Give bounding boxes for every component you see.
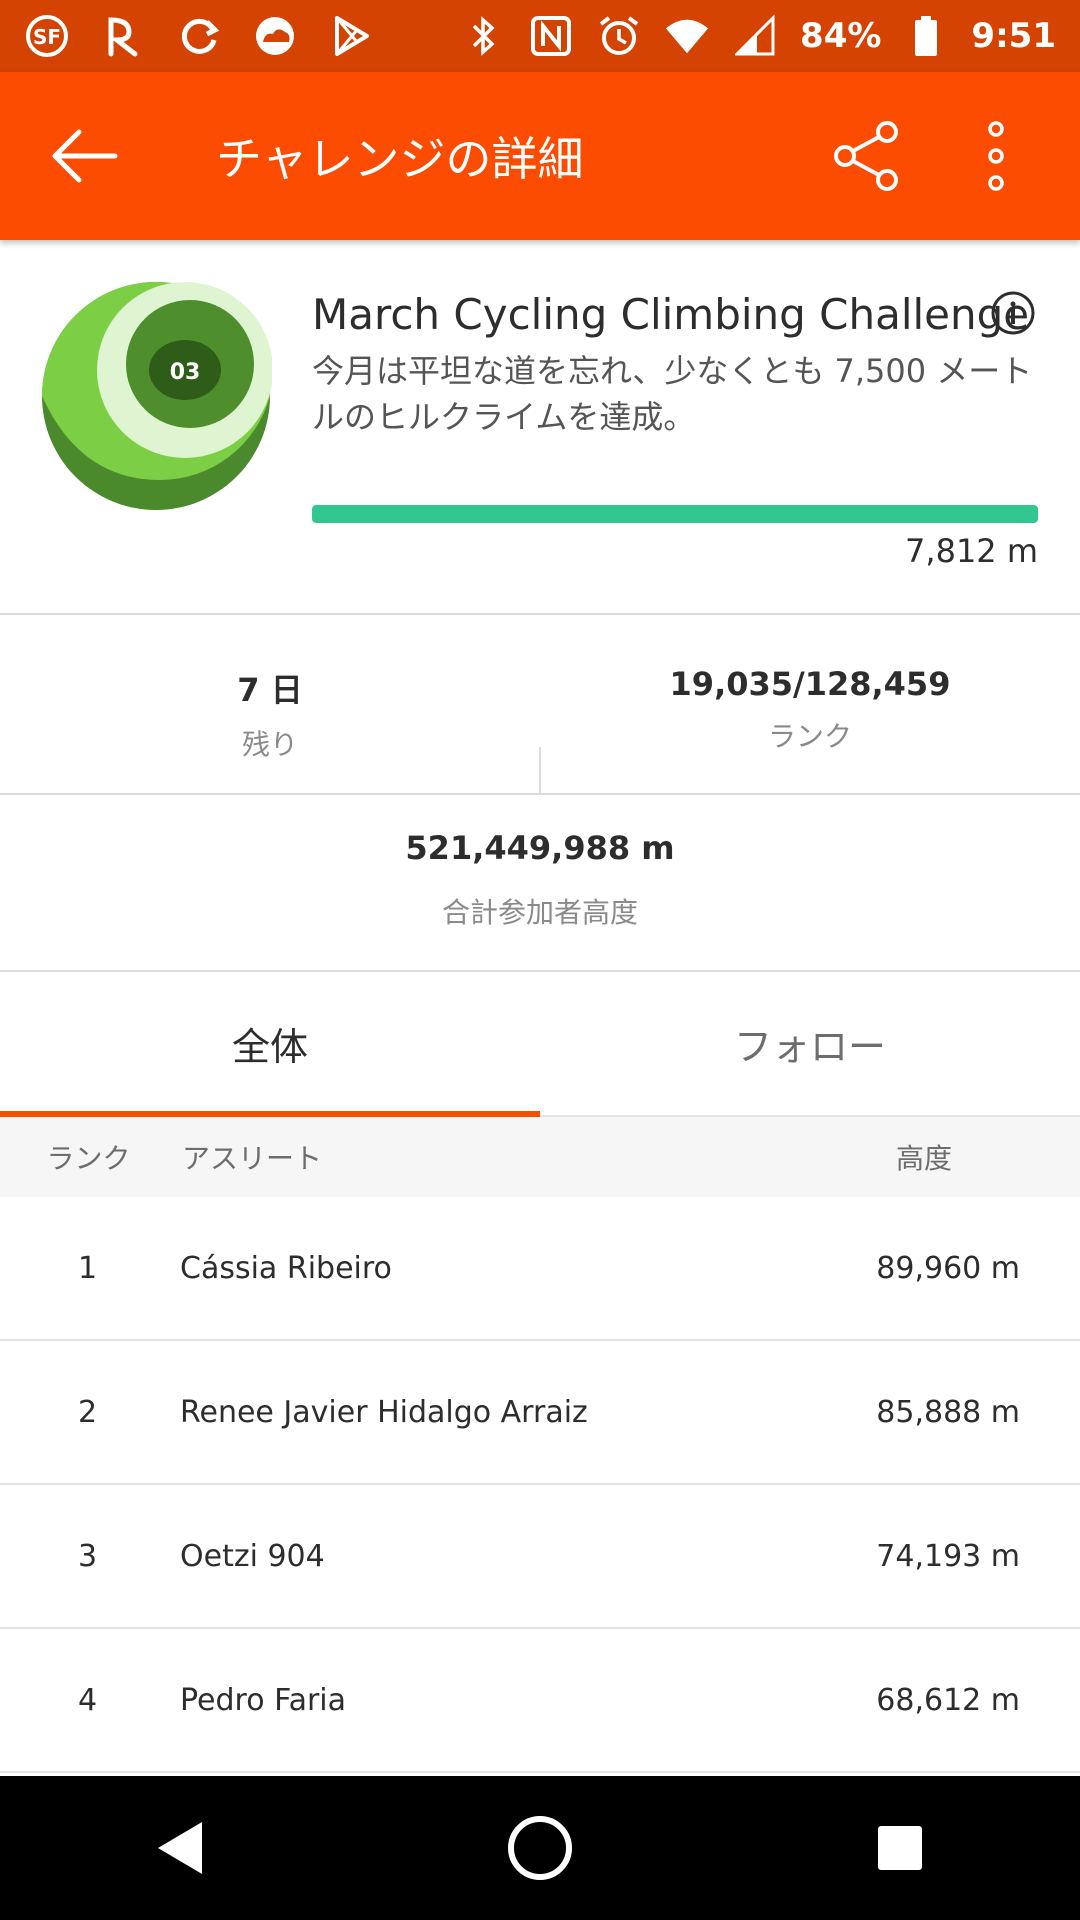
challenge-description: 今月は平坦な道を忘れ、少なくとも 7,500 メートルのヒルクライムを達成。 bbox=[312, 352, 1033, 436]
row-athlete: Cássia Ribeiro bbox=[180, 1250, 392, 1286]
badge-label: 03 bbox=[170, 360, 201, 385]
recents-square-icon bbox=[878, 1826, 922, 1870]
status-bar: SF 84% 9:51 bbox=[0, 0, 1080, 72]
wifi-icon bbox=[664, 13, 710, 59]
battery-icon bbox=[903, 13, 949, 59]
page-title: チャレンジの詳細 bbox=[216, 132, 584, 186]
rank-column-header: ランク bbox=[46, 1142, 131, 1175]
clock: 9:51 bbox=[971, 16, 1056, 56]
days-remaining: 7 日 残り bbox=[0, 665, 540, 763]
leaderboard-list: 1 Cássia Ribeiro 89,960 m 2 Renee Javier… bbox=[0, 1197, 1080, 1773]
divider bbox=[539, 747, 541, 793]
route-icon bbox=[100, 13, 146, 59]
row-elevation: 85,888 m bbox=[876, 1394, 1020, 1430]
row-rank: 4 bbox=[77, 1682, 98, 1718]
svg-text:SF: SF bbox=[33, 25, 61, 49]
athlete-column-header: アスリート bbox=[182, 1142, 323, 1175]
row-rank: 2 bbox=[77, 1394, 98, 1430]
row-athlete: Oetzi 904 bbox=[180, 1538, 325, 1574]
system-nav-bar bbox=[0, 1776, 1080, 1920]
row-rank: 3 bbox=[77, 1538, 98, 1574]
progress-bar bbox=[312, 505, 1038, 523]
info-button[interactable] bbox=[990, 290, 1036, 336]
progress-fill bbox=[312, 505, 1038, 523]
challenge-badge: 03 bbox=[40, 280, 273, 512]
table-row[interactable]: 2 Renee Javier Hidalgo Arraiz 85,888 m bbox=[0, 1341, 1080, 1485]
sf-icon: SF bbox=[24, 13, 70, 59]
challenge-title: March Cycling Climbing Challenge bbox=[312, 290, 1030, 339]
arrow-left-icon bbox=[52, 129, 118, 183]
signal-icon bbox=[732, 13, 778, 59]
row-elevation: 74,193 m bbox=[876, 1538, 1020, 1574]
system-icons: 84% 9:51 bbox=[460, 13, 1056, 59]
row-athlete: Renee Javier Hidalgo Arraiz bbox=[180, 1394, 588, 1430]
my-rank-label: ランク bbox=[767, 720, 852, 753]
share-icon bbox=[834, 121, 898, 191]
total-elevation: 521,449,988 m 合計参加者高度 bbox=[0, 829, 1080, 931]
alarm-icon bbox=[596, 13, 642, 59]
total-elevation-label: 合計参加者高度 bbox=[441, 896, 638, 929]
table-row[interactable]: 1 Cássia Ribeiro 89,960 m bbox=[0, 1197, 1080, 1341]
leaderboard-tabs: 全体 フォロー bbox=[0, 972, 1080, 1117]
challenge-stats: 7 日 残り 19,035/128,459 ランク 521,449,988 m … bbox=[0, 617, 1080, 972]
play-store-icon bbox=[328, 13, 374, 59]
bluetooth-icon bbox=[460, 13, 506, 59]
table-row[interactable]: 4 Pedro Faria 68,612 m bbox=[0, 1629, 1080, 1773]
nav-recents-button[interactable] bbox=[840, 1788, 960, 1908]
table-row[interactable]: 3 Oetzi 904 74,193 m bbox=[0, 1485, 1080, 1629]
elevation-column-header: 高度 bbox=[896, 1142, 953, 1175]
days-remaining-value: 7 日 bbox=[237, 671, 303, 709]
row-elevation: 89,960 m bbox=[876, 1250, 1020, 1286]
cloud-icon bbox=[252, 13, 298, 59]
nav-back-button[interactable] bbox=[120, 1788, 240, 1908]
my-rank: 19,035/128,459 ランク bbox=[540, 665, 1080, 755]
total-elevation-value: 521,449,988 m bbox=[405, 829, 675, 867]
share-button[interactable] bbox=[806, 96, 926, 216]
challenge-header: 03 March Cycling Climbing Challenge 今月は平… bbox=[0, 240, 1080, 615]
row-elevation: 68,612 m bbox=[876, 1682, 1020, 1718]
row-rank: 1 bbox=[77, 1250, 98, 1286]
leaderboard-header: ランク アスリート 高度 bbox=[0, 1117, 1080, 1197]
home-circle-icon bbox=[508, 1816, 572, 1880]
sync-icon bbox=[176, 13, 222, 59]
more-options-button[interactable] bbox=[936, 96, 1056, 216]
divider bbox=[0, 793, 1080, 795]
my-rank-value: 19,035/128,459 bbox=[669, 665, 951, 703]
back-button[interactable] bbox=[24, 96, 144, 216]
notification-icons: SF bbox=[24, 13, 374, 59]
more-vert-icon bbox=[988, 121, 1004, 191]
nfc-icon bbox=[528, 13, 574, 59]
app-bar: チャレンジの詳細 bbox=[0, 72, 1080, 240]
row-athlete: Pedro Faria bbox=[180, 1682, 347, 1718]
info-icon bbox=[991, 291, 1035, 335]
battery-percent: 84% bbox=[800, 16, 882, 56]
tab-following[interactable]: フォロー bbox=[540, 972, 1080, 1115]
back-triangle-icon bbox=[158, 1822, 202, 1874]
progress-value: 7,812 m bbox=[905, 532, 1038, 570]
days-remaining-label: 残り bbox=[241, 728, 298, 761]
tab-overall[interactable]: 全体 bbox=[0, 972, 540, 1117]
nav-home-button[interactable] bbox=[480, 1788, 600, 1908]
